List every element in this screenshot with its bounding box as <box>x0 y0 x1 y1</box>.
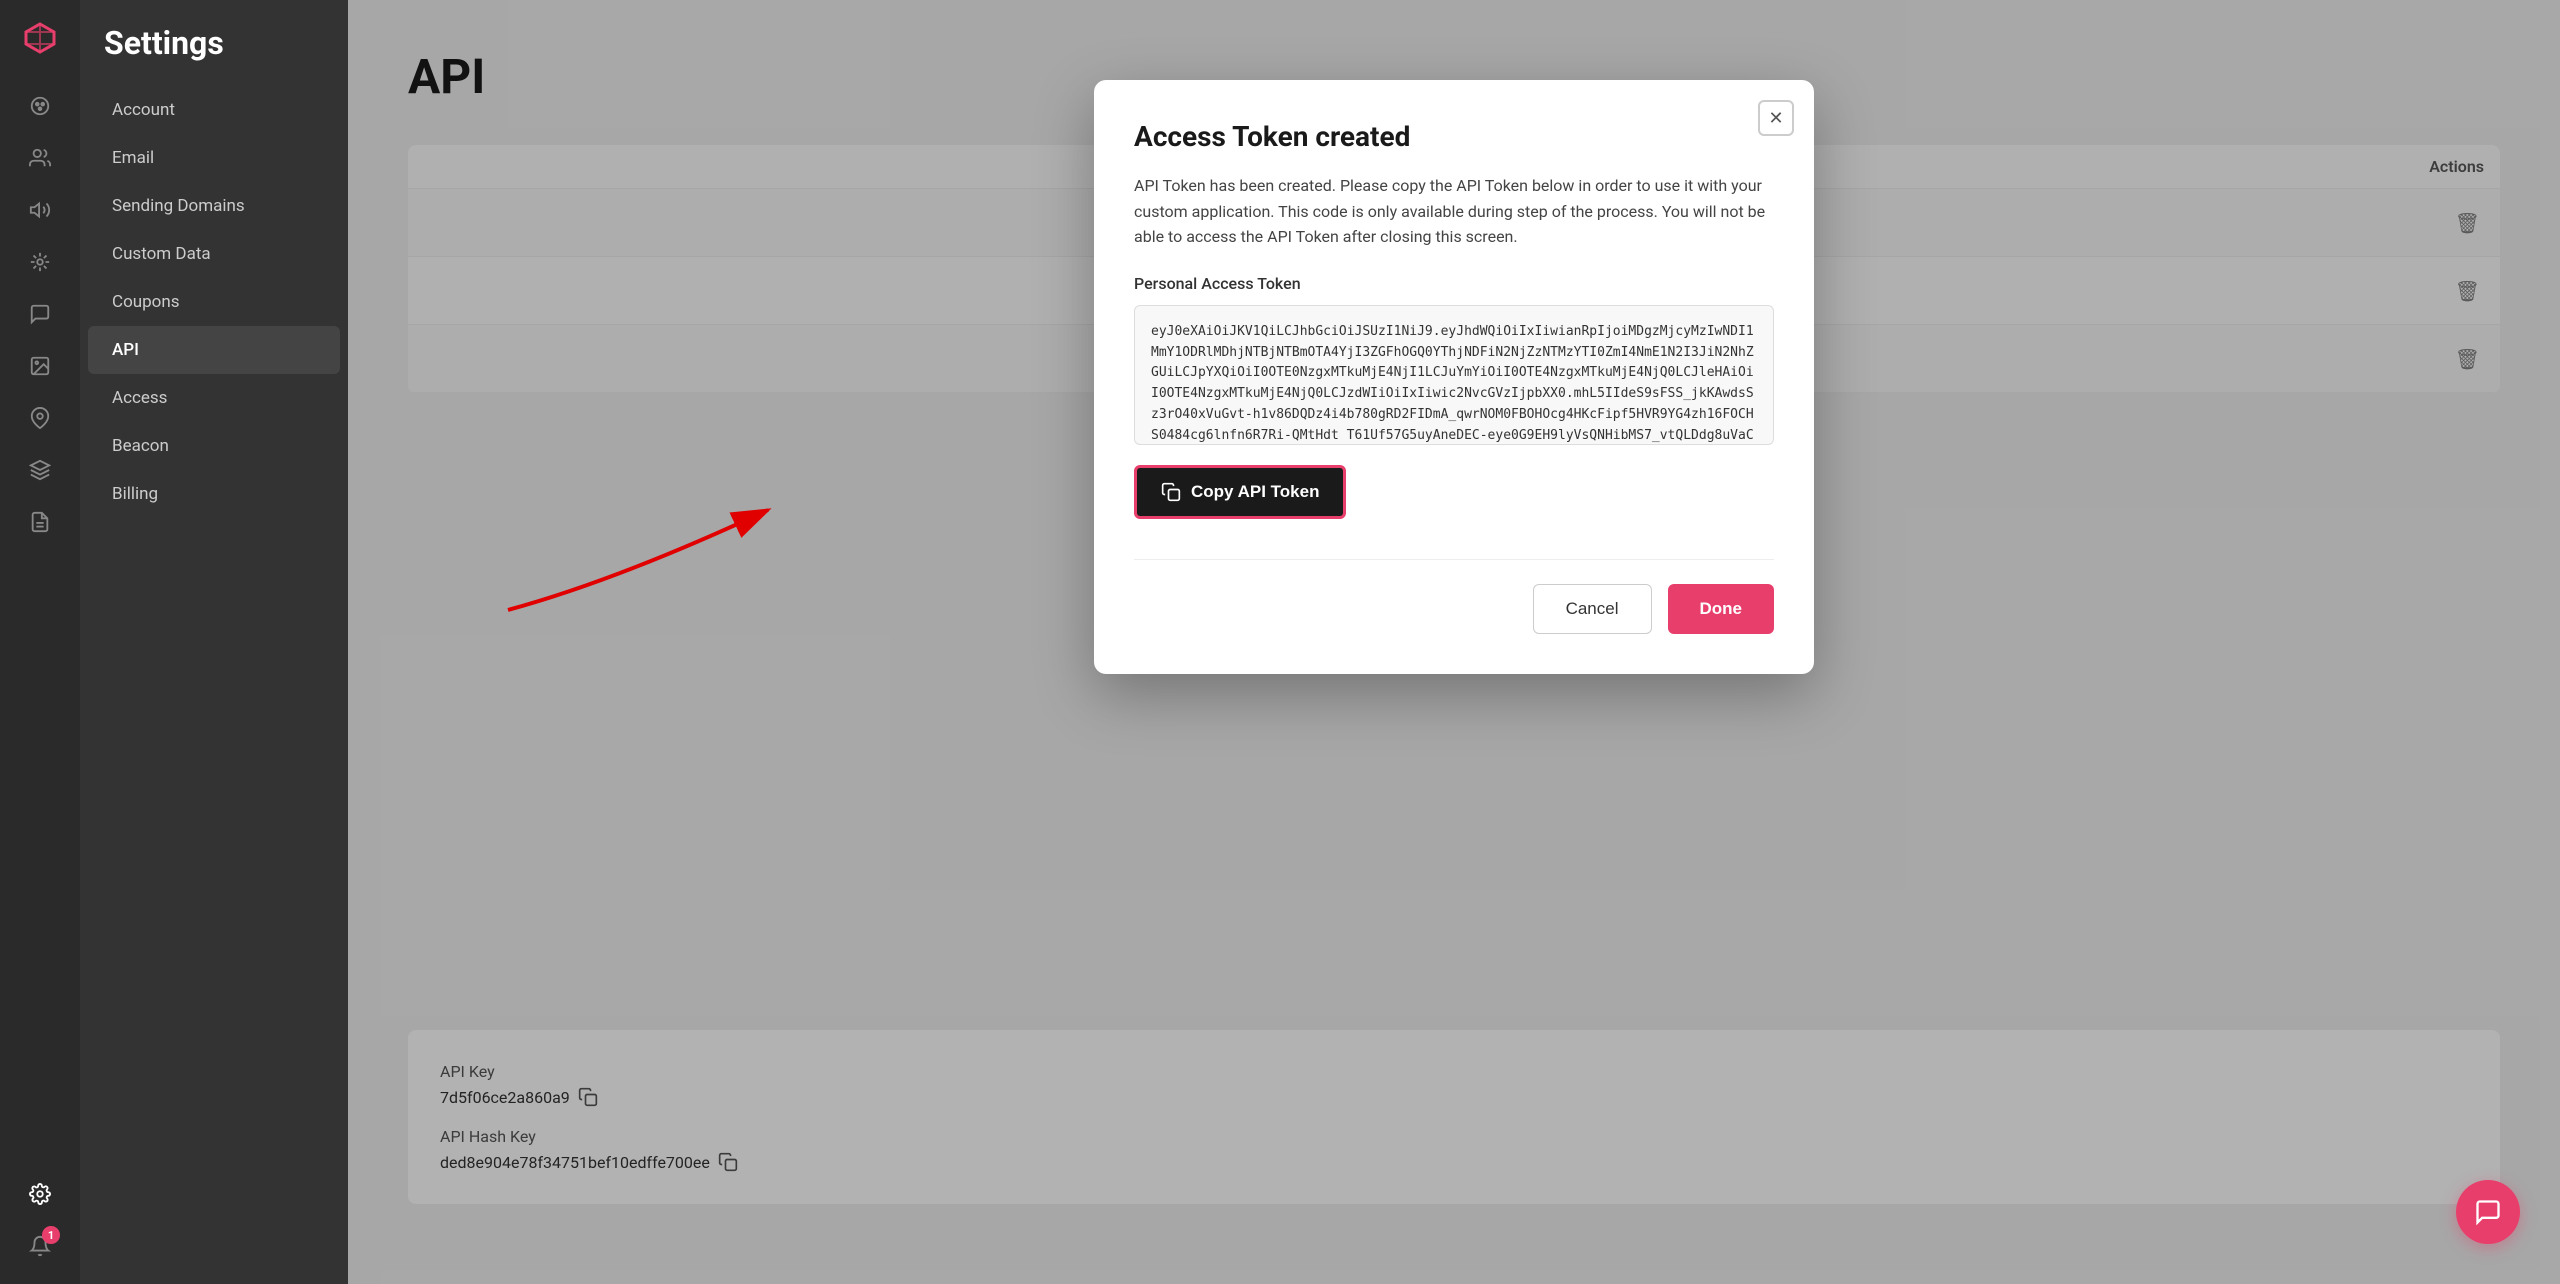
nav-item-custom-data[interactable]: Custom Data <box>88 230 340 278</box>
copy-icon <box>1161 482 1181 502</box>
chat-support-icon <box>2474 1198 2502 1226</box>
notification-badge-count: 1 <box>42 1226 60 1244</box>
palette-icon[interactable] <box>18 84 62 128</box>
layers-icon[interactable] <box>18 448 62 492</box>
access-token-modal: ✕ Access Token created API Token has bee… <box>1094 80 1814 674</box>
main-content: API Actions 🗑 🗑 🗑 API Key 7d5f06ce2a860a… <box>348 0 2560 1284</box>
nav-item-account[interactable]: Account <box>88 86 340 134</box>
nav-item-email[interactable]: Email <box>88 134 340 182</box>
nav-item-api[interactable]: API <box>88 326 340 374</box>
modal-close-button[interactable]: ✕ <box>1758 100 1794 136</box>
settings-title: Settings <box>80 24 348 86</box>
copy-token-button[interactable]: Copy API Token <box>1134 465 1346 519</box>
settings-nav: Settings Account Email Sending Domains C… <box>80 0 348 1284</box>
notification-icon[interactable]: 1 <box>18 1224 62 1268</box>
done-button[interactable]: Done <box>1668 584 1775 634</box>
cancel-button[interactable]: Cancel <box>1533 584 1652 634</box>
users-icon[interactable] <box>18 136 62 180</box>
settings-icon[interactable] <box>18 1172 62 1216</box>
nav-item-sending-domains[interactable]: Sending Domains <box>88 182 340 230</box>
nav-item-access[interactable]: Access <box>88 374 340 422</box>
nav-item-coupons[interactable]: Coupons <box>88 278 340 326</box>
nav-item-beacon[interactable]: Beacon <box>88 422 340 470</box>
app-logo[interactable] <box>18 16 62 60</box>
chat-support-button[interactable] <box>2456 1180 2520 1244</box>
integration-icon[interactable] <box>18 240 62 284</box>
modal-title: Access Token created <box>1134 120 1774 153</box>
megaphone-icon[interactable] <box>18 188 62 232</box>
document-icon[interactable] <box>18 500 62 544</box>
token-value: eyJ0eXAiOiJKV1QiLCJhbGciOiJSUzI1NiJ9.eyJ… <box>1134 305 1774 445</box>
chat-icon[interactable] <box>18 292 62 336</box>
location-icon[interactable] <box>18 396 62 440</box>
nav-item-billing[interactable]: Billing <box>88 470 340 518</box>
modal-footer: Cancel Done <box>1134 559 1774 634</box>
image-icon[interactable] <box>18 344 62 388</box>
sidebar-icons-column: 1 <box>0 0 80 1284</box>
modal-description: API Token has been created. Please copy … <box>1134 173 1774 250</box>
modal-overlay: ✕ Access Token created API Token has bee… <box>348 0 2560 1284</box>
token-label: Personal Access Token <box>1134 274 1774 293</box>
